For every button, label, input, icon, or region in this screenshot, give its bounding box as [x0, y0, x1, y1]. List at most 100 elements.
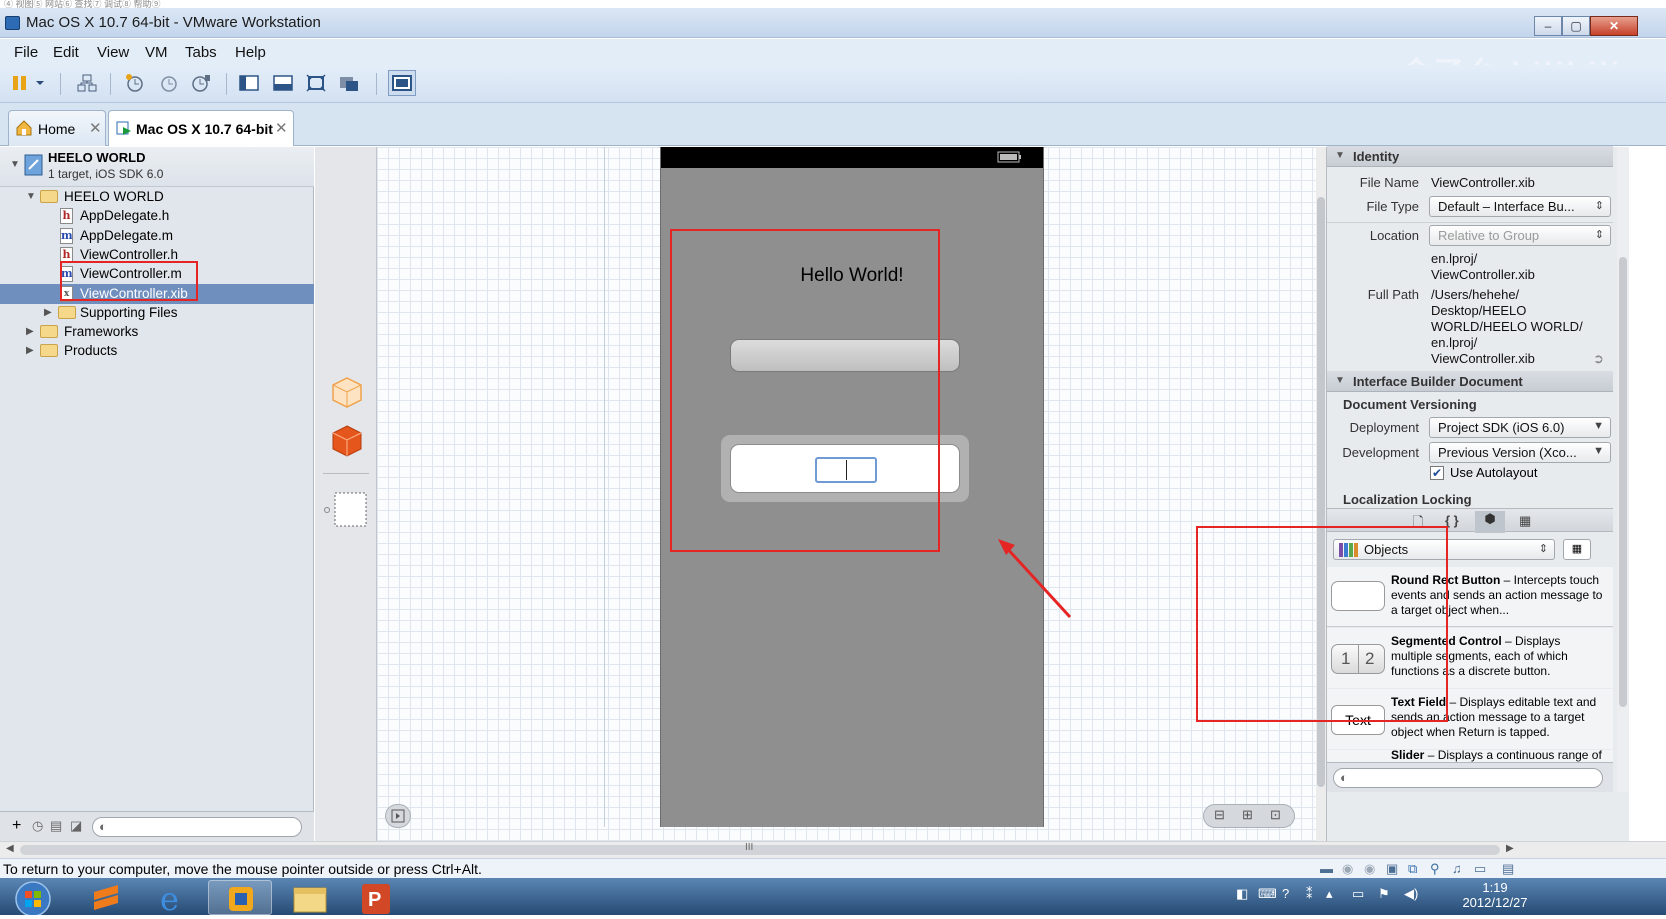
location-popup[interactable]: Relative to Group ⇕: [1429, 225, 1611, 246]
sound-icon[interactable]: ♫: [1452, 861, 1462, 876]
maximize-button[interactable]: ▢: [1562, 16, 1590, 36]
view-console-icon[interactable]: [238, 73, 260, 93]
tree-file-appdelegate-h[interactable]: h AppDelegate.h: [0, 206, 314, 226]
navigator-filter-input[interactable]: ◐: [92, 817, 302, 837]
menu-view[interactable]: View: [97, 44, 129, 61]
document-outline-toggle-icon[interactable]: [385, 804, 411, 828]
close-button[interactable]: ✕: [1590, 16, 1638, 36]
menu-edit[interactable]: Edit: [53, 44, 79, 61]
cd-icon[interactable]: ◉: [1342, 861, 1353, 877]
xcode-project-icon: [24, 154, 43, 176]
development-popup[interactable]: Previous Version (Xco... ▼: [1429, 442, 1611, 463]
project-header[interactable]: ▼ HEELO WORLD 1 target, iOS SDK 6.0: [0, 147, 314, 187]
taskbar-vmware-icon[interactable]: [208, 880, 272, 915]
usb-icon[interactable]: ⚲: [1430, 861, 1440, 877]
snapshot-manager-icon[interactable]: [190, 73, 212, 93]
deployment-popup[interactable]: Project SDK (iOS 6.0) ▼: [1429, 417, 1611, 438]
tray-display-icon[interactable]: ▭: [1352, 886, 1364, 902]
tray-expand-icon[interactable]: ▴: [1326, 886, 1333, 902]
file-type-label: File Type: [1366, 199, 1419, 214]
fullscreen-icon[interactable]: [305, 73, 327, 93]
grid-view-icon[interactable]: ▦: [1563, 539, 1591, 560]
pause-icon[interactable]: [10, 73, 32, 93]
deployment-label: Deployment: [1349, 420, 1419, 435]
tree-group-heelo-world[interactable]: ▼ HEELO WORLD: [0, 187, 314, 207]
network-adapter-icon[interactable]: ⧉: [1408, 861, 1417, 877]
chevron-down-icon[interactable]: [34, 73, 46, 93]
tray-app-icon[interactable]: ◧: [1236, 886, 1248, 902]
menu-help[interactable]: Help: [235, 44, 266, 61]
document-versioning-heading: Document Versioning: [1343, 397, 1477, 412]
tray-flag-icon[interactable]: ⚑: [1378, 886, 1390, 902]
first-responder-cube-icon[interactable]: [330, 423, 364, 459]
reveal-in-finder-icon[interactable]: ➲: [1593, 351, 1604, 367]
revert-snapshot-icon[interactable]: [158, 73, 180, 93]
resolve-icon[interactable]: ⊡: [1270, 807, 1281, 823]
menu-vm[interactable]: VM: [145, 44, 168, 61]
hard-disk-icon[interactable]: ▬: [1320, 861, 1333, 876]
scm-status-icon[interactable]: ▤: [50, 818, 62, 834]
system-clock[interactable]: 1:19 2012/12/27: [1460, 880, 1530, 914]
canvas-scrollbar[interactable]: [1316, 147, 1326, 841]
window-titlebar: Mac OS X 10.7 64-bit - VMware Workstatio…: [0, 8, 1666, 38]
file-type-popup[interactable]: Default – Interface Bu... ⇕: [1429, 196, 1611, 217]
tray-network-icon[interactable]: ⁑: [1306, 886, 1313, 902]
tray-help-icon[interactable]: ?: [1282, 886, 1289, 901]
placeholder-cube-icon[interactable]: [330, 375, 364, 409]
view-object-icon[interactable]: [323, 490, 369, 530]
tab-vm[interactable]: Mac OS X 10.7 64-bit ✕: [108, 110, 294, 146]
tab-vm-close-icon[interactable]: ✕: [275, 119, 288, 137]
object-library-icon[interactable]: ⬢: [1475, 511, 1505, 533]
library-item-slider[interactable]: Slider – Displays a continuous range of …: [1327, 750, 1613, 762]
tab-home-close-icon[interactable]: ✕: [89, 119, 102, 137]
unsaved-files-icon[interactable]: ◪: [70, 818, 82, 834]
svg-text:P: P: [368, 889, 381, 911]
tree-file-appdelegate-m[interactable]: m AppDelegate.m: [0, 226, 314, 246]
tree-group-frameworks[interactable]: ▶ Frameworks: [0, 322, 314, 342]
add-icon[interactable]: +: [12, 817, 21, 835]
media-library-icon[interactable]: ▦: [1519, 513, 1531, 529]
menu-file[interactable]: File: [14, 44, 38, 61]
unity-icon[interactable]: [338, 73, 360, 93]
tray-volume-icon[interactable]: ◀): [1404, 886, 1418, 902]
console-view-toggle-icon[interactable]: [388, 70, 416, 96]
cd2-icon[interactable]: ◉: [1364, 861, 1375, 877]
network-icon[interactable]: [76, 73, 98, 93]
taskbar-sublime-icon[interactable]: [74, 880, 138, 915]
taskbar-ie-icon[interactable]: e: [142, 880, 206, 918]
tree-group-products[interactable]: ▶ Products: [0, 341, 314, 361]
view-quick-switch-icon[interactable]: [272, 73, 294, 93]
tab-home[interactable]: Home ✕: [8, 110, 106, 146]
guest-screen[interactable]: ▼ HEELO WORLD 1 target, iOS SDK 6.0 ▼ HE…: [0, 146, 1666, 841]
layout-constraint-buttons[interactable]: ⊟ ⊞ ⊡: [1203, 804, 1295, 828]
library-item-text: Slider – Displays a continuous range of …: [1391, 750, 1603, 762]
identity-section-header[interactable]: ▼ Identity: [1327, 146, 1613, 167]
ib-document-section-header[interactable]: ▼ Interface Builder Document: [1327, 371, 1613, 392]
vmware-status-bar: To return to your computer, move the mou…: [0, 858, 1666, 878]
display-icon[interactable]: ▭: [1474, 861, 1486, 877]
vmware-app-icon: [5, 16, 20, 30]
taskbar-explorer-icon[interactable]: [278, 880, 342, 915]
minimize-button[interactable]: –: [1534, 16, 1562, 36]
tray-keyboard-icon[interactable]: ⌨: [1258, 886, 1277, 902]
floppy-icon[interactable]: ▣: [1386, 861, 1398, 877]
utilities-pane: ▼ Identity File Name ViewController.xib F…: [1326, 146, 1666, 841]
snapshot-icon[interactable]: [124, 73, 146, 93]
use-autolayout-checkbox[interactable]: ✔ Use Autolayout: [1430, 464, 1610, 486]
recent-files-icon[interactable]: ◷: [32, 818, 43, 834]
inspector-scrollbar[interactable]: [1617, 147, 1629, 792]
tree-label: AppDelegate.m: [80, 228, 174, 243]
tree-group-supporting-files[interactable]: ▶ Supporting Files: [0, 303, 314, 323]
align-icon[interactable]: ⊟: [1214, 807, 1225, 823]
horizontal-scrollbar[interactable]: ◀ III ▶: [0, 841, 1666, 858]
windows-taskbar: e P ◧ ⌨ ? ⁑ ▴ ▭ ⚑ ◀) 1:19 2012/12/27: [0, 878, 1666, 918]
windows-start-button[interactable]: [10, 879, 56, 917]
tab-vm-label: Mac OS X 10.7 64-bit: [136, 121, 273, 137]
taskbar-powerpoint-icon[interactable]: P: [348, 880, 412, 915]
menu-tabs[interactable]: Tabs: [185, 44, 217, 61]
message-log-icon[interactable]: ▤: [1502, 861, 1514, 877]
library-search-input[interactable]: ◐: [1333, 768, 1603, 788]
pin-icon[interactable]: ⊞: [1242, 807, 1253, 823]
tree-label: Products: [64, 343, 118, 358]
ib-dock: [315, 147, 377, 841]
